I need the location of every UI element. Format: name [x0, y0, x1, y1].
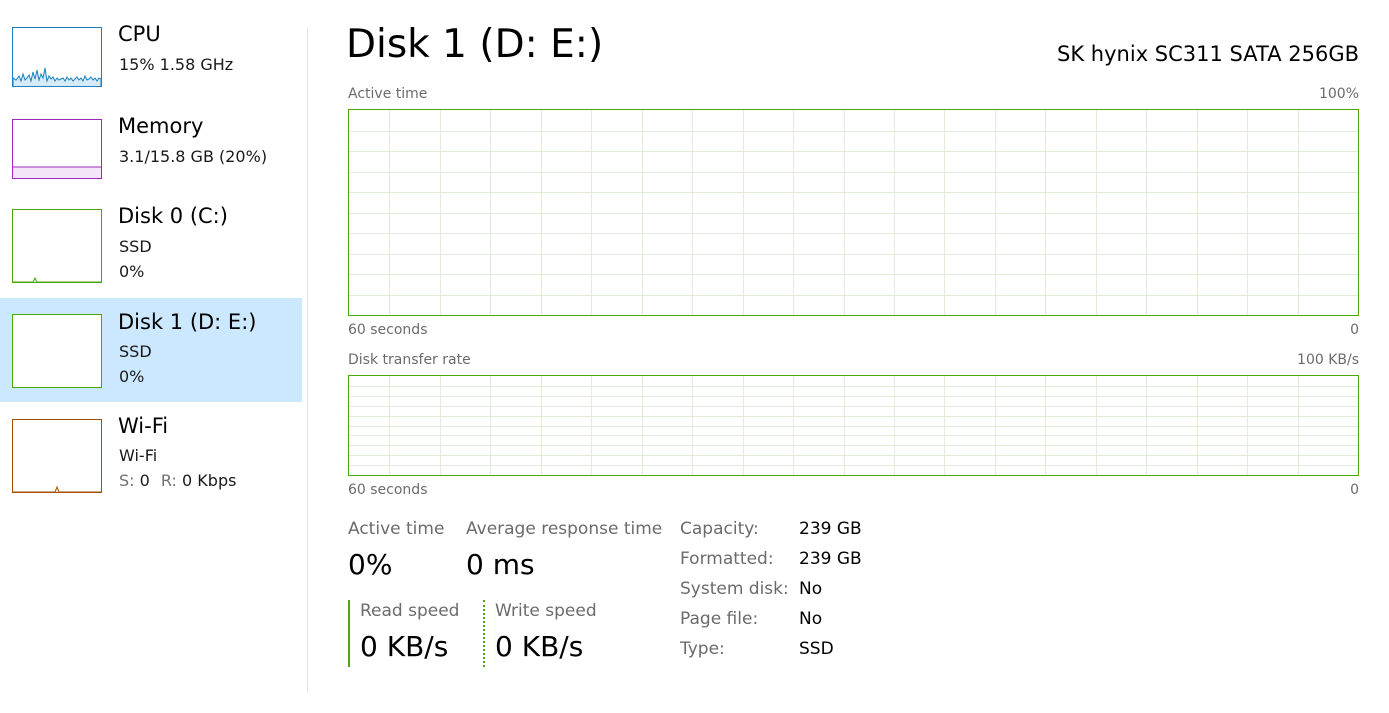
- system-disk-label: System disk:: [680, 579, 789, 599]
- wifi-adapter: Wi-Fi: [119, 446, 158, 465]
- active-time-grid: [349, 110, 1358, 315]
- cpu-sparkline: [13, 67, 101, 86]
- formatted-label: Formatted:: [680, 549, 774, 569]
- transfer-rate-graph-label: Disk transfer rate: [348, 352, 471, 368]
- disk-1-title: Disk 1 (D: E:): [118, 310, 257, 334]
- read-speed-label: Read speed: [360, 601, 460, 621]
- write-speed-indicator: [483, 600, 485, 667]
- sidebar-item-disk-1[interactable]: Disk 1 (D: E:) SSD 0%: [0, 298, 302, 402]
- read-speed-indicator: [348, 600, 350, 667]
- capacity-value: 239 GB: [799, 519, 862, 539]
- active-time-value: 0%: [348, 548, 393, 581]
- sidebar-item-cpu[interactable]: CPU 15% 1.58 GHz: [0, 12, 302, 116]
- wifi-receive-value: 0 Kbps: [182, 471, 237, 490]
- active-time-graph: [348, 109, 1359, 316]
- wifi-send-value: 0: [139, 471, 150, 490]
- wifi-throughput: S: 0 R: 0 Kbps: [119, 471, 236, 490]
- write-speed-value: 0 KB/s: [495, 630, 584, 663]
- disk-1-type: SSD: [119, 342, 152, 361]
- type-value: SSD: [799, 639, 834, 659]
- sidebar-item-disk-0[interactable]: Disk 0 (C:) SSD 0%: [0, 194, 302, 298]
- wifi-send-label: S:: [119, 471, 135, 490]
- capacity-label: Capacity:: [680, 519, 759, 539]
- system-disk-value: No: [799, 579, 823, 599]
- type-label: Type:: [680, 639, 725, 659]
- active-time-graph-timespan: 60 seconds: [348, 322, 428, 338]
- transfer-rate-graph-timespan: 60 seconds: [348, 482, 428, 498]
- transfer-rate-graph-max: 100 KB/s: [1297, 352, 1359, 368]
- cpu-thumbnail-graph: [12, 27, 102, 87]
- active-time-graph-min: 0: [1350, 322, 1359, 338]
- wifi-title: Wi-Fi: [118, 414, 169, 438]
- page-title: Disk 1 (D: E:): [346, 22, 604, 67]
- avg-response-label: Average response time: [466, 519, 663, 539]
- cpu-title: CPU: [118, 22, 161, 46]
- sidebar-item-wifi[interactable]: Wi-Fi Wi-Fi S: 0 R: 0 Kbps: [0, 404, 302, 508]
- transfer-rate-grid: [349, 376, 1358, 475]
- sidebar-item-memory[interactable]: Memory 3.1/15.8 GB (20%): [0, 104, 302, 208]
- formatted-value: 239 GB: [799, 549, 862, 569]
- avg-response-value: 0 ms: [466, 548, 535, 581]
- wifi-sparkline: [13, 485, 101, 492]
- write-speed-label: Write speed: [495, 601, 597, 621]
- disk-0-sparkline: [13, 276, 101, 282]
- sidebar: CPU 15% 1.58 GHz Memory 3.1/15.8 GB (20%…: [0, 0, 302, 713]
- disk-model-name: SK hynix SC311 SATA 256GB: [1057, 42, 1359, 66]
- wifi-receive-label: R:: [160, 471, 177, 490]
- disk-0-type: SSD: [119, 237, 152, 256]
- transfer-rate-graph: [348, 375, 1359, 476]
- active-time-label: Active time: [348, 519, 445, 539]
- memory-usage: 3.1/15.8 GB (20%): [119, 147, 268, 166]
- page-file-value: No: [799, 609, 823, 629]
- page-file-label: Page file:: [680, 609, 759, 629]
- wifi-thumbnail-graph: [12, 419, 102, 493]
- active-time-graph-max: 100%: [1318, 86, 1359, 102]
- memory-fill: [13, 166, 101, 178]
- transfer-rate-graph-min: 0: [1350, 482, 1359, 498]
- memory-thumbnail-graph: [12, 119, 102, 179]
- disk-0-title: Disk 0 (C:): [118, 204, 228, 228]
- disk-1-usage: 0%: [119, 367, 145, 386]
- sidebar-divider: [307, 28, 308, 693]
- disk-0-thumbnail-graph: [12, 209, 102, 283]
- active-time-graph-label: Active time: [348, 86, 428, 102]
- read-speed-value: 0 KB/s: [360, 630, 449, 663]
- memory-title: Memory: [118, 114, 204, 138]
- disk-0-usage: 0%: [119, 262, 145, 281]
- cpu-usage: 15% 1.58 GHz: [119, 55, 234, 74]
- disk-1-thumbnail-graph: [12, 314, 102, 388]
